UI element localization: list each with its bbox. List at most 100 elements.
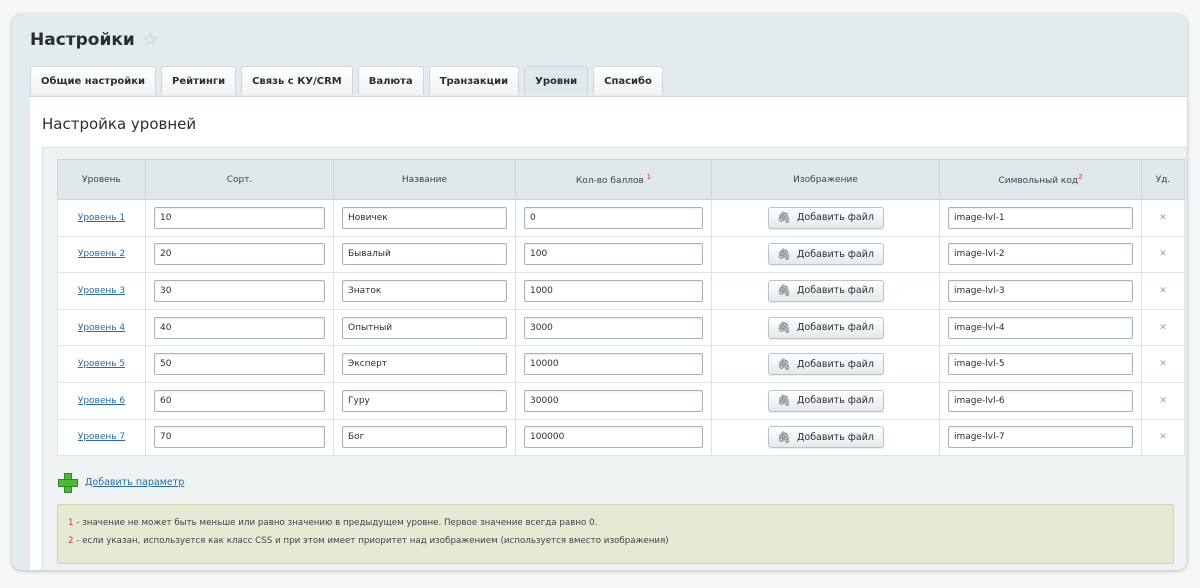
level-link[interactable]: Уровень 5 [66,359,137,369]
paperclip-icon: 🖇 [777,247,791,261]
col-sort: Сорт. [145,159,334,200]
add-param-label[interactable]: Добавить параметр [85,477,184,488]
level-link[interactable]: Уровень 7 [66,432,137,442]
code-cell [939,199,1142,237]
note-2: 2 - если указан, используется как класс … [68,536,1163,546]
levels-table: Уровень Сорт. Название Кол-во баллов 1 И… [57,159,1185,457]
table-header-row: Уровень Сорт. Название Кол-во баллов 1 И… [57,159,1185,200]
points-cell [515,381,712,420]
note-text: - значение не может быть меньше или равн… [73,518,598,528]
name-input[interactable] [342,389,507,412]
tab-thanks[interactable]: Спасибо [593,66,663,95]
level-cell: Уровень 2 [57,235,146,274]
points-cell [515,235,712,274]
delete-icon[interactable]: ✕ [1141,308,1185,347]
level-link[interactable]: Уровень 2 [66,249,137,259]
levels-panel: Уровень Сорт. Название Кол-во баллов 1 И… [42,147,1187,570]
delete-icon[interactable]: ✕ [1141,381,1185,420]
level-cell: Уровень 6 [57,381,146,420]
col-name: Название [333,159,516,200]
tab-general[interactable]: Общие настройки [30,66,157,95]
code-input[interactable] [948,389,1133,412]
points-input[interactable] [524,206,703,229]
add-file-label: Добавить файл [796,212,874,224]
level-link[interactable]: Уровень 6 [66,396,137,406]
col-code-label: Символьный код [998,176,1079,186]
paperclip-icon: 🖇 [777,394,791,408]
code-input[interactable] [948,316,1133,339]
delete-icon[interactable]: ✕ [1141,235,1185,274]
add-file-button[interactable]: 🖇 Добавить файл [767,353,884,376]
add-file-button[interactable]: 🖇 Добавить файл [767,243,884,266]
sort-input[interactable] [154,389,325,412]
add-file-label: Добавить файл [796,322,874,334]
name-input[interactable] [342,426,507,449]
star-icon[interactable]: ☆ [143,32,159,49]
code-input[interactable] [948,206,1133,229]
points-input[interactable] [524,426,703,449]
tab-currency[interactable]: Валюта [357,66,424,95]
tab-transactions[interactable]: Транзакции [428,66,520,95]
code-input[interactable] [948,243,1133,266]
add-param-button[interactable]: Добавить параметр [57,472,184,493]
sort-input[interactable] [154,426,325,449]
level-cell: Уровень 4 [57,308,146,347]
points-input[interactable] [524,389,703,412]
name-cell [333,308,516,347]
name-input[interactable] [342,206,507,229]
level-link[interactable]: Уровень 3 [66,286,137,296]
add-file-label: Добавить файл [796,285,874,297]
add-file-button[interactable]: 🖇 Добавить файл [767,279,884,302]
points-cell [515,308,712,347]
name-input[interactable] [342,316,507,339]
add-file-button[interactable]: 🖇 Добавить файл [767,389,884,412]
sort-cell [145,199,334,237]
add-file-label: Добавить файл [796,395,874,407]
points-input[interactable] [524,279,703,302]
name-input[interactable] [342,279,507,302]
paperclip-icon: 🖇 [777,321,791,335]
table-row: Уровень 5 🖇 Добавить файл ✕ [57,345,1185,383]
level-link[interactable]: Уровень 4 [66,323,137,333]
sort-input[interactable] [154,243,325,266]
points-input[interactable] [524,316,703,339]
sort-input[interactable] [154,206,325,229]
col-points: Кол-во баллов 1 [515,159,712,200]
sort-input[interactable] [154,353,325,376]
points-input[interactable] [524,353,703,376]
points-input[interactable] [524,243,703,266]
delete-icon[interactable]: ✕ [1141,199,1185,237]
name-cell [333,381,516,420]
table-row: Уровень 7 🖇 Добавить файл ✕ [57,418,1185,457]
image-cell: 🖇 Добавить файл [711,345,940,383]
add-file-label: Добавить файл [796,248,874,260]
table-row: Уровень 3 🖇 Добавить файл ✕ [57,272,1185,310]
sort-input[interactable] [154,279,325,302]
col-image: Изображение [711,159,940,200]
code-cell [939,381,1142,420]
name-input[interactable] [342,243,507,266]
points-cell [515,199,712,237]
tab-crm[interactable]: Связь с КУ/CRM [241,66,353,95]
code-input[interactable] [948,279,1133,302]
code-cell [939,345,1142,383]
image-cell: 🖇 Добавить файл [711,418,940,457]
name-input[interactable] [342,353,507,376]
delete-icon[interactable]: ✕ [1141,272,1185,310]
sort-cell [145,345,334,383]
code-input[interactable] [948,426,1133,449]
add-file-button[interactable]: 🖇 Добавить файл [767,316,884,339]
paperclip-icon: 🖇 [777,357,791,371]
add-file-button[interactable]: 🖇 Добавить файл [767,206,884,229]
delete-icon[interactable]: ✕ [1141,418,1185,457]
sort-input[interactable] [154,316,325,339]
delete-icon[interactable]: ✕ [1141,345,1185,383]
sort-cell [145,235,334,274]
level-link[interactable]: Уровень 1 [66,213,137,223]
code-input[interactable] [948,353,1133,376]
add-file-button[interactable]: 🖇 Добавить файл [767,426,884,449]
tab-levels[interactable]: Уровни [524,66,589,95]
tab-ratings[interactable]: Рейтинги [161,66,237,95]
sort-cell [145,418,334,457]
level-cell: Уровень 7 [57,418,146,457]
